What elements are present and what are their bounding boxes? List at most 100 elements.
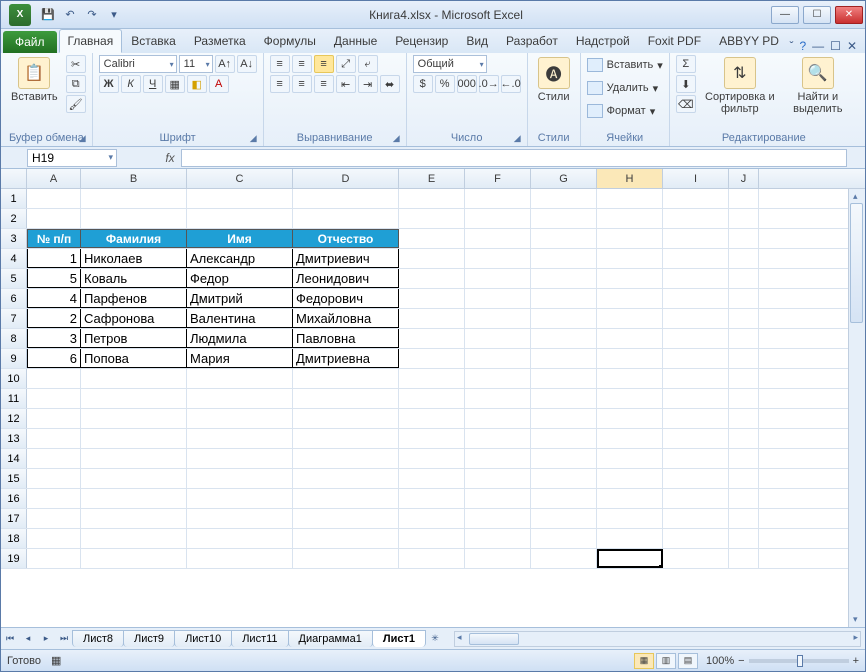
cell-H14[interactable] <box>597 449 663 468</box>
cell-H19[interactable] <box>597 549 663 568</box>
cell-B5[interactable]: Коваль <box>81 269 187 288</box>
row-header[interactable]: 19 <box>1 549 27 568</box>
align-left-button[interactable]: ≡ <box>270 75 290 93</box>
cell-D9[interactable]: Дмитриевна <box>293 349 399 368</box>
cell-I2[interactable] <box>663 209 729 228</box>
cell-E4[interactable] <box>399 249 465 268</box>
cell-E10[interactable] <box>399 369 465 388</box>
cell-B14[interactable] <box>81 449 187 468</box>
cell-F11[interactable] <box>465 389 531 408</box>
cell-E7[interactable] <box>399 309 465 328</box>
sheet-nav-prev[interactable]: ◂ <box>20 631 36 647</box>
cell-I11[interactable] <box>663 389 729 408</box>
cell-J4[interactable] <box>729 249 759 268</box>
cell-H5[interactable] <box>597 269 663 288</box>
macro-record-icon[interactable]: ▦ <box>51 654 61 667</box>
row-header[interactable]: 17 <box>1 509 27 528</box>
cell-J3[interactable] <box>729 229 759 248</box>
cell-styles-button[interactable]: 🅐 Стили <box>534 55 574 105</box>
cell-H17[interactable] <box>597 509 663 528</box>
view-normal-button[interactable]: ▦ <box>634 653 654 669</box>
cell-F9[interactable] <box>465 349 531 368</box>
cell-D5[interactable]: Леонидович <box>293 269 399 288</box>
increase-indent-button[interactable]: ⇥ <box>358 75 378 93</box>
cell-A6[interactable]: 4 <box>27 289 81 308</box>
column-header-I[interactable]: I <box>663 169 729 188</box>
cell-G8[interactable] <box>531 329 597 348</box>
row-header[interactable]: 10 <box>1 369 27 388</box>
sheet-nav-next[interactable]: ▸ <box>38 631 54 647</box>
cell-A7[interactable]: 2 <box>27 309 81 328</box>
italic-button[interactable]: К <box>121 75 141 93</box>
tab-addins[interactable]: Надстрой <box>567 29 639 53</box>
cell-I5[interactable] <box>663 269 729 288</box>
new-sheet-button[interactable]: ✳ <box>427 631 443 647</box>
cell-D6[interactable]: Федорович <box>293 289 399 308</box>
minimize-button[interactable]: — <box>771 6 799 24</box>
column-header-D[interactable]: D <box>293 169 399 188</box>
tab-insert[interactable]: Вставка <box>122 29 185 53</box>
delete-cells-button[interactable]: Удалить ▾ <box>587 78 663 98</box>
cell-A13[interactable] <box>27 429 81 448</box>
formula-input[interactable] <box>181 149 847 167</box>
percent-button[interactable]: % <box>435 75 455 93</box>
dialog-launcher-icon[interactable]: ◢ <box>393 133 400 144</box>
cell-E14[interactable] <box>399 449 465 468</box>
undo-button[interactable]: ↶ <box>61 6 79 24</box>
cell-D12[interactable] <box>293 409 399 428</box>
tab-foxit[interactable]: Foxit PDF <box>639 29 710 53</box>
tab-view[interactable]: Вид <box>457 29 497 53</box>
cell-C5[interactable]: Федор <box>187 269 293 288</box>
cell-F13[interactable] <box>465 429 531 448</box>
row-header[interactable]: 9 <box>1 349 27 368</box>
cell-H4[interactable] <box>597 249 663 268</box>
cell-B18[interactable] <box>81 529 187 548</box>
bold-button[interactable]: Ж <box>99 75 119 93</box>
cell-F15[interactable] <box>465 469 531 488</box>
cell-G11[interactable] <box>531 389 597 408</box>
cell-A18[interactable] <box>27 529 81 548</box>
cell-I10[interactable] <box>663 369 729 388</box>
row-header[interactable]: 12 <box>1 409 27 428</box>
cell-H9[interactable] <box>597 349 663 368</box>
cell-D1[interactable] <box>293 189 399 208</box>
cell-I18[interactable] <box>663 529 729 548</box>
cell-I19[interactable] <box>663 549 729 568</box>
increase-decimal-button[interactable]: .0→ <box>479 75 499 93</box>
format-cells-button[interactable]: Формат ▾ <box>587 101 663 121</box>
fx-icon[interactable]: fx <box>159 151 181 165</box>
row-header[interactable]: 2 <box>1 209 27 228</box>
sheet-tab[interactable]: Лист10 <box>174 630 232 647</box>
cell-J13[interactable] <box>729 429 759 448</box>
cell-E18[interactable] <box>399 529 465 548</box>
cell-G18[interactable] <box>531 529 597 548</box>
tab-data[interactable]: Данные <box>325 29 386 53</box>
cell-I16[interactable] <box>663 489 729 508</box>
sheet-nav-first[interactable]: ⏮ <box>2 631 18 647</box>
cell-D18[interactable] <box>293 529 399 548</box>
row-header[interactable]: 3 <box>1 229 27 248</box>
cell-G10[interactable] <box>531 369 597 388</box>
comma-button[interactable]: 000 <box>457 75 477 93</box>
orientation-button[interactable]: ⤢ <box>336 55 356 73</box>
cell-C12[interactable] <box>187 409 293 428</box>
cell-F12[interactable] <box>465 409 531 428</box>
tab-layout[interactable]: Разметка <box>185 29 255 53</box>
name-box[interactable]: H19 <box>27 149 117 167</box>
cell-G7[interactable] <box>531 309 597 328</box>
cell-C19[interactable] <box>187 549 293 568</box>
cell-B11[interactable] <box>81 389 187 408</box>
cell-H16[interactable] <box>597 489 663 508</box>
sheet-nav-last[interactable]: ⏭ <box>56 631 72 647</box>
fill-color-button[interactable]: ◧ <box>187 75 207 93</box>
cell-C7[interactable]: Валентина <box>187 309 293 328</box>
sheet-tab[interactable]: Лист11 <box>231 630 288 647</box>
maximize-button[interactable]: ☐ <box>803 6 831 24</box>
redo-button[interactable]: ↷ <box>83 6 101 24</box>
cell-A8[interactable]: 3 <box>27 329 81 348</box>
cell-J19[interactable] <box>729 549 759 568</box>
align-center-button[interactable]: ≡ <box>292 75 312 93</box>
cell-H15[interactable] <box>597 469 663 488</box>
column-header-G[interactable]: G <box>531 169 597 188</box>
decrease-indent-button[interactable]: ⇤ <box>336 75 356 93</box>
